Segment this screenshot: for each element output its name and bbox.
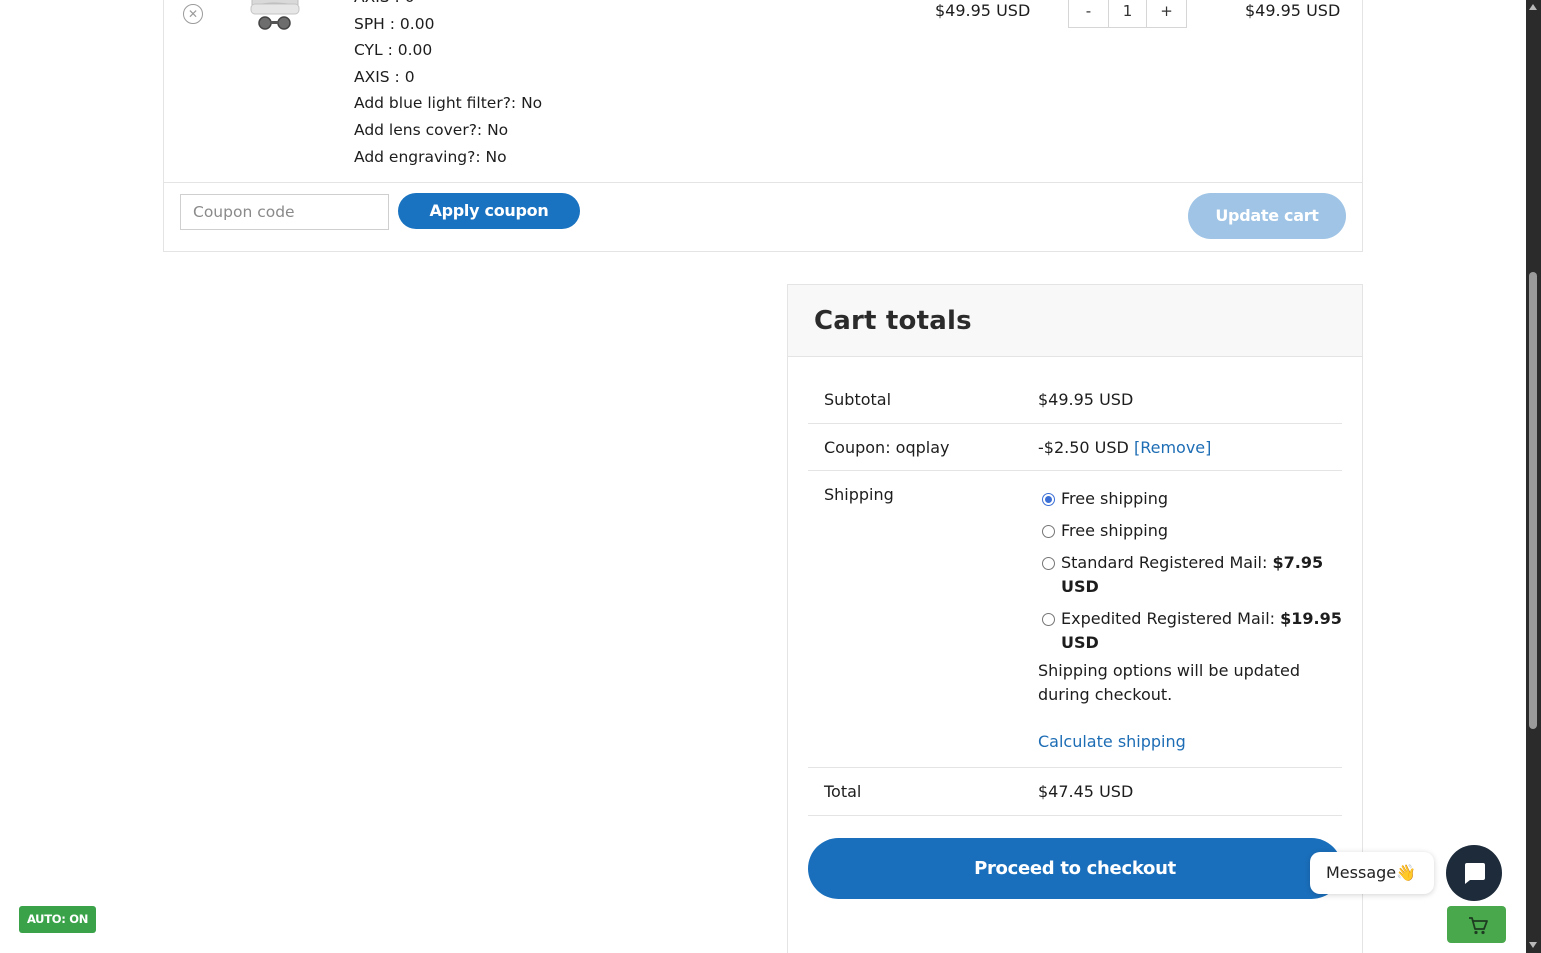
qty-decrease-button[interactable]: - [1069,0,1108,27]
shipping-label: Shipping [824,485,894,504]
scroll-down-arrow-icon[interactable] [1529,942,1537,948]
shipping-option-text: Expedited Registered Mail: $19.95 USD [1061,607,1342,655]
meta-line: CYL : 0.00 [354,41,433,60]
item-meta: AXIS : 0 SPH : 0.00 CYL : 0.00 AXIS : 0 … [354,0,542,170]
apply-coupon-button[interactable]: Apply coupon [398,193,580,229]
meta-line: AXIS : 0 [354,0,542,11]
shipping-option-standard[interactable]: Standard Registered Mail: $7.95 USD [1042,551,1323,599]
shipping-option-price: $19.95 [1280,609,1342,628]
chat-bubble-icon [1465,863,1485,884]
meta-line: Add lens cover?: No [354,120,509,139]
meta-line: AXIS : 0 [354,67,415,86]
subtotal-label: Subtotal [824,390,892,409]
item-subtotal: $49.95 USD [1245,1,1341,20]
shipping-note: Shipping options will be updated during … [1038,659,1300,707]
shopping-cart-icon [1469,917,1488,935]
shipping-option-text: Standard Registered Mail: $7.95 USD [1061,551,1323,599]
auto-toggle-badge[interactable]: AUTO: ON [19,906,96,933]
item-price: $49.95 USD [935,1,1031,20]
floating-cart-button[interactable] [1447,906,1506,943]
shipping-radio[interactable] [1042,613,1055,626]
proceed-to-checkout-button[interactable]: Proceed to checkout [808,838,1342,899]
shipping-option-free-1[interactable]: Free shipping [1042,487,1168,511]
meta-line: SPH : 0.00 [354,14,435,33]
meta-line: Add engraving?: No [354,147,507,166]
cart-totals-title: Cart totals [814,306,972,336]
calculate-shipping-link[interactable]: Calculate shipping [1038,732,1186,751]
shipping-option-free-2[interactable]: Free shipping [1042,519,1168,543]
scrollbar-thumb[interactable] [1529,272,1537,729]
cart-totals-header: Cart totals [788,285,1362,357]
shipping-option-label: Free shipping [1061,489,1169,508]
cart-table: ✕ AXIS : 0 SPH : 0.00 CYL : 0.00 AXIS : … [163,0,1363,252]
update-cart-button[interactable]: Update cart [1188,193,1346,239]
subtotal-row: Subtotal $49.95 USD [808,377,1342,424]
shipping-radio[interactable] [1042,525,1055,538]
total-label: Total [824,782,862,801]
remove-coupon-link[interactable]: [Remove] [1134,438,1211,457]
subtotal-value: $49.95 USD [1038,390,1134,409]
coupon-label: Coupon: oqplay [824,438,950,457]
coupon-input[interactable] [180,194,389,230]
shipping-option-expedited[interactable]: Expedited Registered Mail: $19.95 USD [1042,607,1342,655]
shipping-radio[interactable] [1042,557,1055,570]
coupon-value: -$2.50 USD [1038,438,1129,457]
shipping-note-line: during checkout. [1038,685,1173,704]
total-value: $47.45 USD [1038,782,1134,801]
page-scrollbar[interactable] [1526,0,1541,953]
close-icon: ✕ [187,7,199,21]
total-row: Total $47.45 USD [808,768,1342,816]
shipping-option-label: Free shipping [1061,521,1169,540]
product-thumbnail[interactable] [248,0,302,32]
coupon-value-wrap: -$2.50 USD [Remove] [1038,438,1211,457]
remove-item-button[interactable]: ✕ [183,4,203,24]
quantity-stepper: - 1 + [1068,0,1187,28]
shipping-option-label: Expedited Registered Mail: [1061,609,1276,628]
qty-input[interactable]: 1 [1108,0,1147,27]
shipping-option-price: $7.95 [1272,553,1324,572]
shipping-option-currency: USD [1061,633,1099,652]
qty-increase-button[interactable]: + [1147,0,1186,27]
message-bubble[interactable]: Message👋 [1310,852,1434,894]
scroll-up-arrow-icon[interactable] [1529,4,1537,10]
message-label: Message [1326,863,1397,882]
shipping-note-line: Shipping options will be updated [1038,661,1301,680]
meta-line: Add blue light filter?: No [354,94,543,113]
chat-launcher-button[interactable] [1446,845,1502,901]
shipping-option-currency: USD [1061,577,1099,596]
shipping-row: Shipping Free shipping Free shipping Sta… [808,471,1342,768]
shipping-radio[interactable] [1042,493,1055,506]
wave-emoji: 👋 [1396,863,1417,882]
coupon-row: Coupon: oqplay -$2.50 USD [Remove] [808,424,1342,471]
cart-totals-panel: Cart totals Subtotal $49.95 USD Coupon: … [787,284,1363,953]
shipping-option-label: Standard Registered Mail: [1061,553,1268,572]
cart-item-row: ✕ AXIS : 0 SPH : 0.00 CYL : 0.00 AXIS : … [164,0,1362,183]
